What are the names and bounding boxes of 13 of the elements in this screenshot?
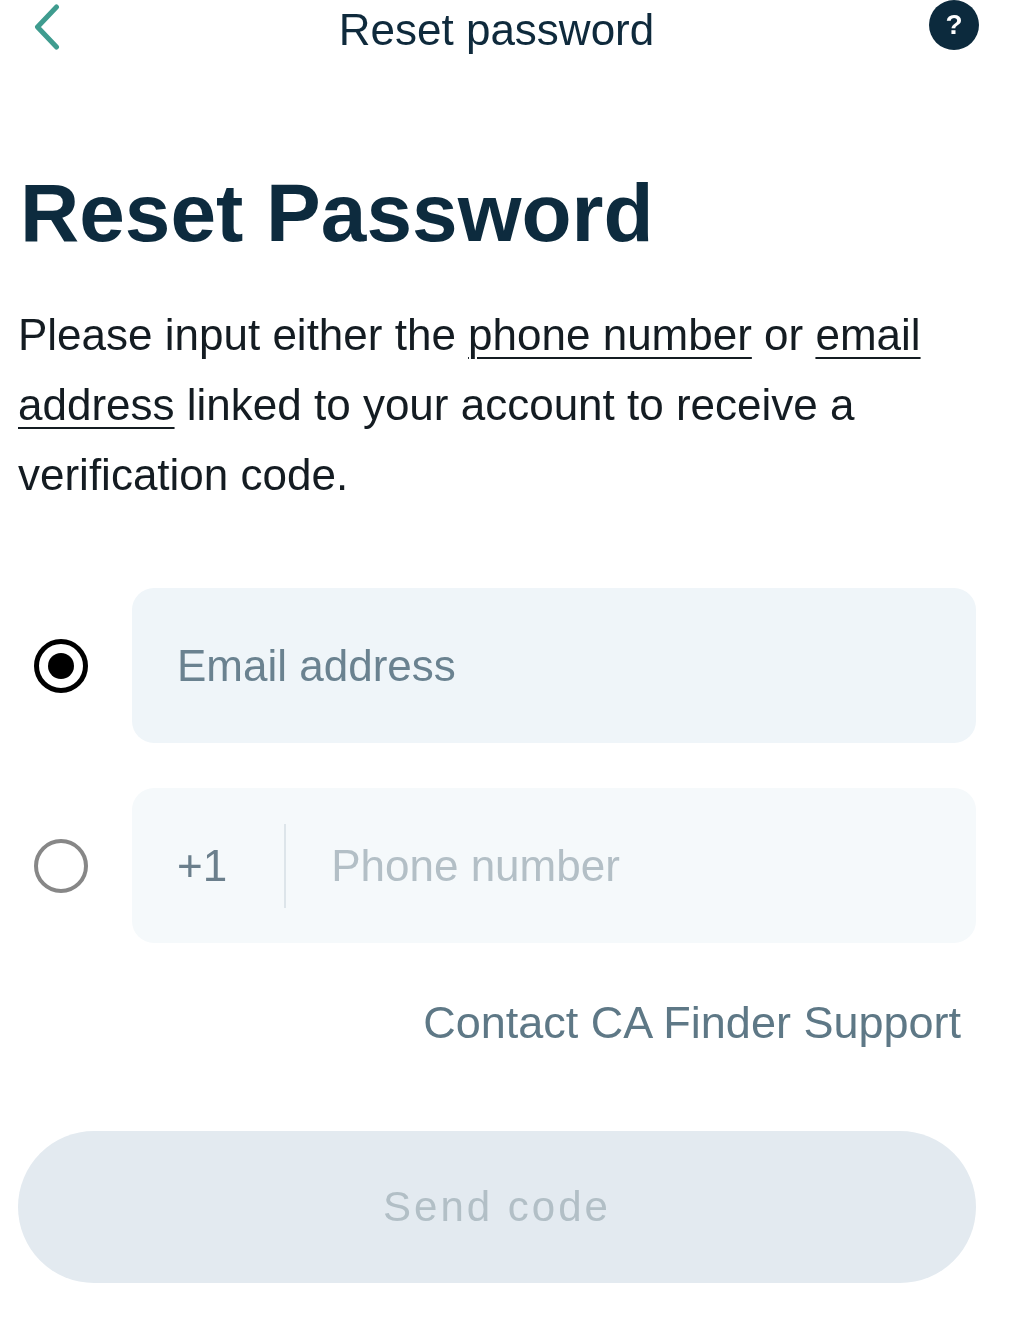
help-button[interactable]: ? bbox=[929, 0, 979, 50]
text-link[interactable]: address bbox=[18, 380, 175, 429]
page-heading: Reset Password bbox=[20, 172, 655, 254]
email-field[interactable]: Email address bbox=[132, 588, 976, 743]
radio-button[interactable] bbox=[34, 838, 88, 893]
support-link[interactable]: Contact CA Finder Support bbox=[423, 993, 961, 1053]
chevron-left-icon bbox=[34, 4, 60, 50]
screen-title: Reset password bbox=[338, 4, 655, 56]
back-button[interactable] bbox=[34, 4, 60, 50]
instruction-text: Please input either the phone number or email address linked to your account to receive a verification code. bbox=[18, 309, 922, 501]
text-link[interactable]: phone number bbox=[468, 310, 752, 359]
radio-button[interactable] bbox=[34, 638, 88, 693]
text-link[interactable]: email bbox=[815, 310, 921, 359]
